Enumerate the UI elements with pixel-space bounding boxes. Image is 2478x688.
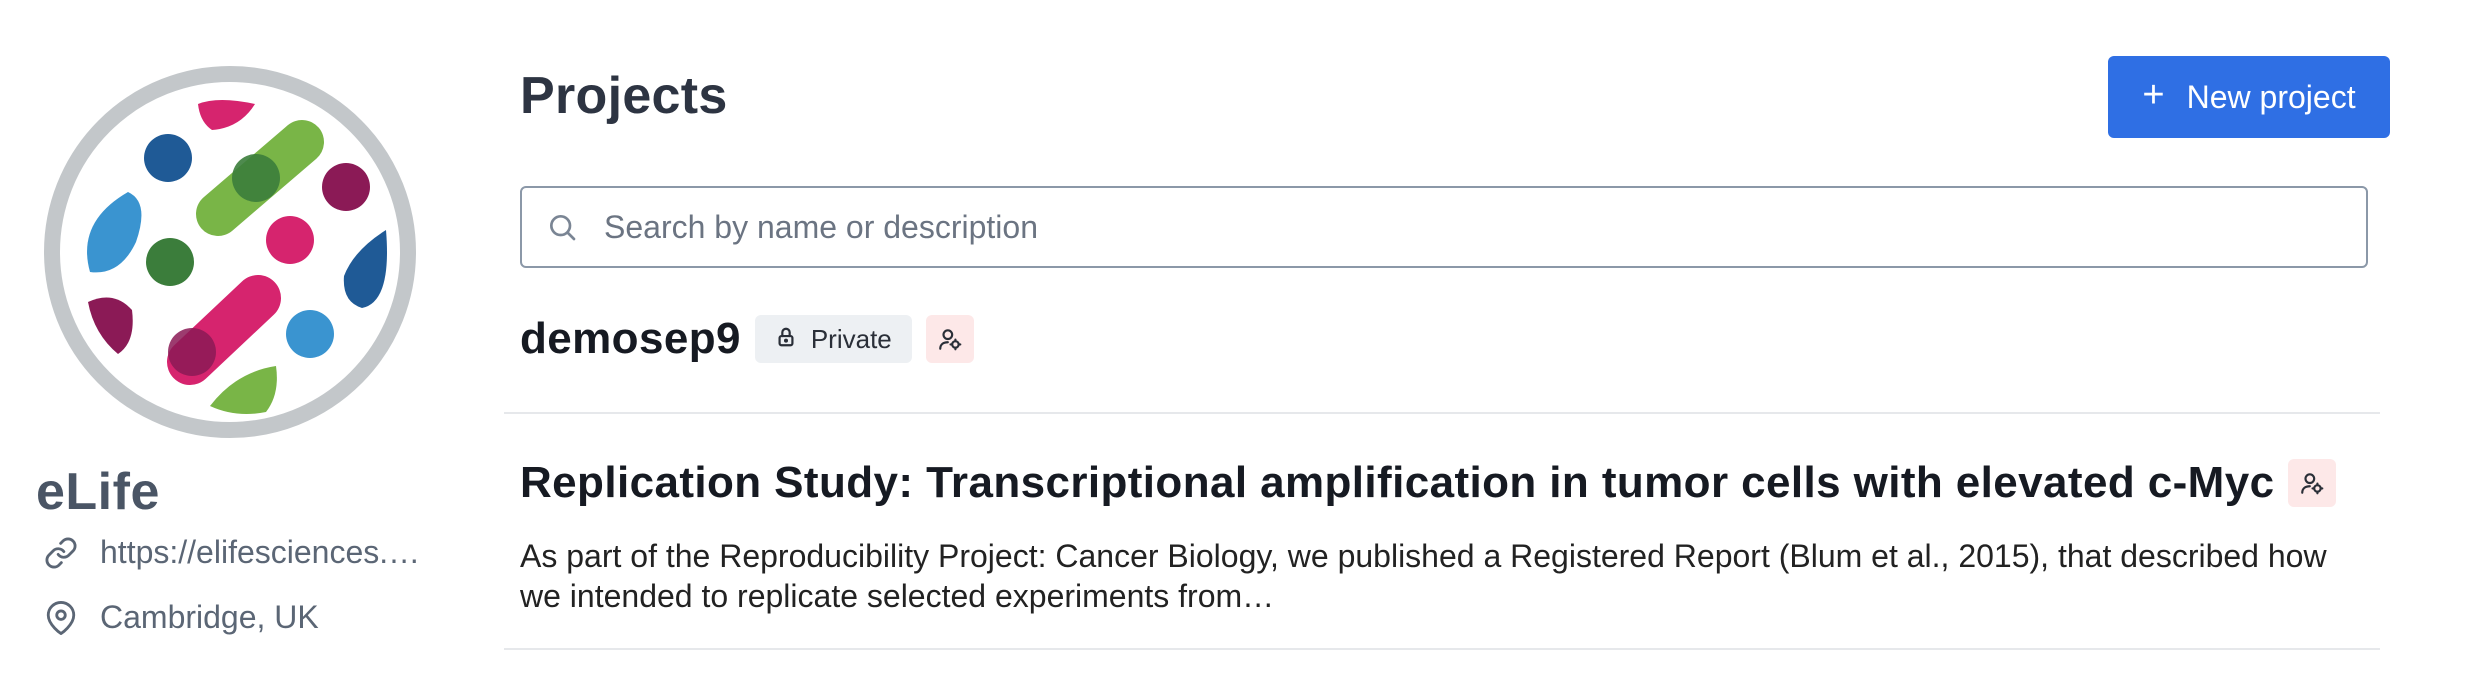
org-website-link[interactable]: https://elifesciences.o… bbox=[44, 534, 435, 571]
lock-icon bbox=[775, 324, 797, 355]
map-pin-icon bbox=[44, 600, 78, 635]
user-gear-icon bbox=[2288, 459, 2337, 507]
project-description: As part of the Reproducibility Project: … bbox=[520, 538, 2327, 614]
divider bbox=[504, 412, 2380, 414]
project-title[interactable]: Replication Study: Transcriptional ampli… bbox=[520, 458, 2274, 508]
new-project-button[interactable]: + New project bbox=[2108, 56, 2390, 138]
search-input[interactable] bbox=[602, 207, 2306, 247]
private-badge: Private bbox=[754, 315, 912, 363]
org-location: Cambridge, UK bbox=[100, 599, 319, 635]
org-website[interactable]: https://elifesciences.o… bbox=[100, 534, 435, 571]
plus-icon: + bbox=[2142, 74, 2165, 116]
elife-logo bbox=[40, 62, 420, 442]
project-title-row: demosep9 Private bbox=[520, 314, 2364, 364]
page-title: Projects bbox=[520, 67, 728, 125]
org-sidebar: eLife https://elifesciences.o… Cambridge… bbox=[0, 0, 480, 688]
org-name: eLife bbox=[36, 463, 160, 521]
link-icon bbox=[44, 536, 78, 570]
projects-main: Projects + New project demosep9 bbox=[504, 0, 2390, 688]
new-project-label: New project bbox=[2186, 78, 2356, 115]
project-title-row: Replication Study: Transcriptional ampli… bbox=[520, 458, 2364, 508]
search-box[interactable] bbox=[520, 186, 2368, 268]
page: eLife https://elifesciences.o… Cambridge… bbox=[0, 0, 2478, 688]
user-gear-icon bbox=[925, 315, 974, 363]
project-item[interactable]: demosep9 Private bbox=[520, 314, 2364, 364]
private-label: Private bbox=[810, 323, 892, 354]
search-icon bbox=[546, 211, 578, 243]
project-item[interactable]: Replication Study: Transcriptional ampli… bbox=[520, 458, 2364, 616]
project-title[interactable]: demosep9 bbox=[520, 314, 741, 364]
org-location-row: Cambridge, UK bbox=[44, 599, 319, 636]
divider bbox=[504, 648, 2380, 650]
